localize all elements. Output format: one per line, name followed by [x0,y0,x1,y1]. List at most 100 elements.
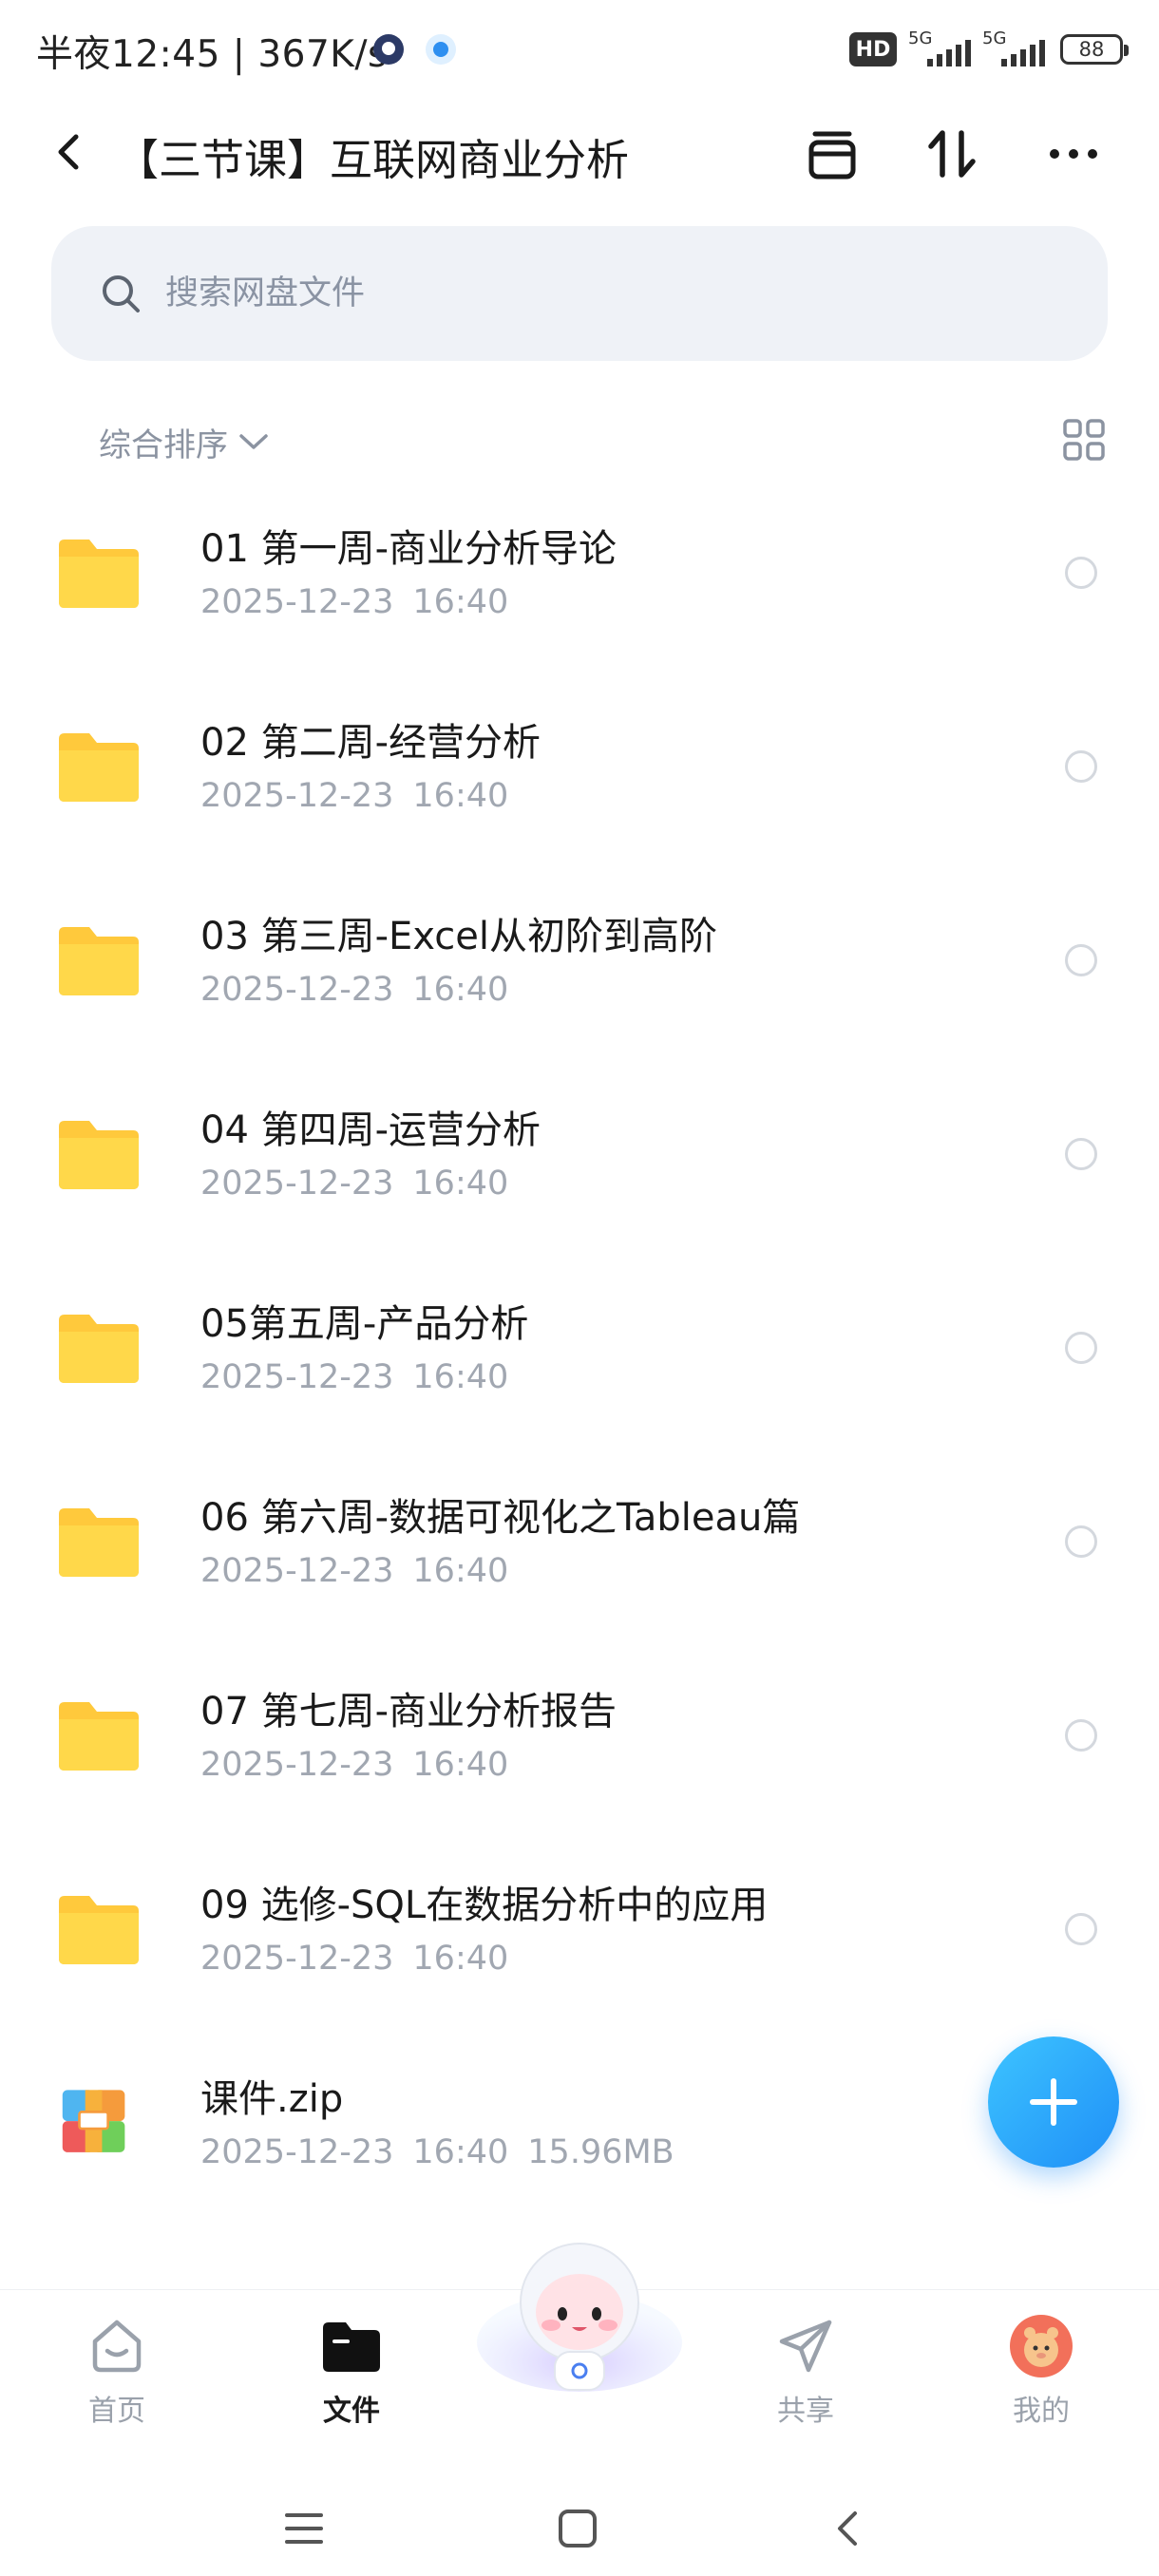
nav-share-label: 共享 [777,2395,834,2428]
archive-icon [808,131,856,180]
file-size: 15.96MB [527,2133,674,2171]
folder-icon [59,927,139,995]
folder-icon [59,1702,139,1771]
app-notification-icon [373,34,404,65]
file-row[interactable]: 02 第二周-经营分析 2025-12-23 16:40 [0,678,1159,872]
folder-icon [59,1508,139,1577]
file-time: 16:40 [412,1552,509,1590]
chevron-left-icon [838,2511,857,2546]
swap-vertical-icon [928,130,976,178]
hd-voice-icon: HD [849,32,897,66]
file-meta: 2025-12-23 16:40 [200,1165,508,1203]
file-time: 16:40 [412,583,509,621]
select-checkbox[interactable] [1065,944,1097,976]
file-date: 2025-12-23 [200,777,394,815]
select-checkbox[interactable] [1065,1138,1097,1170]
upload-notification-icon [426,34,456,65]
more-icon [1050,149,1097,159]
file-time: 16:40 [412,1165,509,1203]
file-row[interactable]: 07 第七周-商业分析报告 2025-12-23 16:40 [0,1647,1159,1841]
file-name: 课件.zip [200,2077,344,2121]
select-checkbox[interactable] [1065,750,1097,783]
file-meta: 2025-12-23 16:40 [200,1746,508,1784]
mascot-assistant-button[interactable] [475,2228,684,2399]
nav-files[interactable]: 文件 [285,2313,418,2429]
folder-icon [59,1896,139,1964]
menu-icon [285,2513,323,2544]
avatar [1010,2315,1073,2377]
file-row[interactable]: 03 第三周-Excel从初阶到高阶 2025-12-23 16:40 [0,872,1159,1066]
search-input[interactable] [163,256,1022,331]
status-time: 半夜12:45 | 367K/s [36,33,388,76]
file-date: 2025-12-23 [200,1165,394,1203]
more-options-button[interactable] [1039,120,1108,188]
battery-icon: 88 [1060,34,1129,65]
folder-icon [59,1121,139,1189]
file-meta: 2025-12-23 16:40 [200,583,508,621]
select-checkbox[interactable] [1065,1719,1097,1752]
file-date: 2025-12-23 [200,1940,394,1978]
recent-apps-button[interactable] [276,2500,332,2557]
chevron-down-icon [239,434,268,449]
select-checkbox[interactable] [1065,1525,1097,1558]
file-row[interactable]: 06 第六周-数据可视化之Tableau篇 2025-12-23 16:40 [0,1453,1159,1647]
file-time: 16:40 [412,1746,509,1784]
signal-icon-2: 5G [982,28,1045,70]
sort-transfer-button[interactable] [918,120,986,188]
folder-filled-icon [323,2322,380,2372]
nav-home[interactable]: 首页 [50,2313,183,2429]
file-meta: 2025-12-23 16:40 [200,971,508,1009]
file-meta: 2025-12-23 16:40 15.96MB [200,2133,674,2171]
add-button[interactable] [988,2036,1119,2168]
file-time: 16:40 [412,1940,509,1978]
system-back-button[interactable] [821,2500,878,2557]
file-row[interactable]: 课件.zip 2025-12-23 16:40 15.96MB [0,2035,1159,2228]
file-row[interactable]: 09 选修-SQL在数据分析中的应用 2025-12-23 16:40 [0,1841,1159,2035]
square-icon [559,2510,597,2548]
top-bar: 【三节课】互联网商业分析 [0,104,1159,199]
file-meta: 2025-12-23 16:40 [200,777,508,815]
chevron-left-icon [58,134,79,170]
folder-icon [59,1315,139,1383]
folder-icon [59,733,139,802]
file-row[interactable]: 05第五周-产品分析 2025-12-23 16:40 [0,1260,1159,1453]
back-button[interactable] [48,129,93,175]
file-time: 16:40 [412,1358,509,1396]
home-button[interactable] [549,2500,606,2557]
search-bar[interactable] [51,226,1108,361]
archive-button[interactable] [798,120,866,188]
file-row[interactable]: 04 第四周-运营分析 2025-12-23 16:40 [0,1066,1159,1260]
sort-label: 综合排序 [99,426,228,464]
file-date: 2025-12-23 [200,2133,394,2171]
sort-selector[interactable]: 综合排序 [99,418,270,465]
nav-share[interactable]: 共享 [739,2313,872,2429]
file-meta: 2025-12-23 16:40 [200,1358,508,1396]
select-checkbox[interactable] [1065,557,1097,589]
file-name: 02 第二周-经营分析 [200,721,542,765]
file-name: 01 第一周-商业分析导论 [200,527,618,571]
file-name: 03 第三周-Excel从初阶到高阶 [200,915,718,958]
status-bar: 半夜12:45 | 367K/s HD 5G 5G 88 [0,0,1159,95]
nav-mine[interactable]: 我的 [975,2313,1108,2429]
zip-archive-icon [62,2090,125,2152]
plus-icon [1030,2078,1077,2126]
select-checkbox[interactable] [1065,1332,1097,1364]
grid-view-icon[interactable] [1062,418,1106,462]
page-title: 【三节课】互联网商业分析 [116,135,630,185]
signal-icon-1: 5G [908,28,971,70]
file-row[interactable]: 01 第一周-商业分析导论 2025-12-23 16:40 [0,484,1159,678]
file-time: 16:40 [412,2133,509,2171]
nav-files-label: 文件 [323,2395,380,2428]
file-date: 2025-12-23 [200,1358,394,1396]
file-date: 2025-12-23 [200,1746,394,1784]
file-time: 16:40 [412,777,509,815]
file-date: 2025-12-23 [200,971,394,1009]
select-checkbox[interactable] [1065,1913,1097,1945]
send-icon [779,2320,832,2373]
file-date: 2025-12-23 [200,583,394,621]
folder-icon [59,540,139,608]
home-icon [92,2320,142,2373]
file-meta: 2025-12-23 16:40 [200,1940,508,1978]
nav-mine-label: 我的 [1013,2395,1070,2428]
file-name: 05第五周-产品分析 [200,1302,529,1346]
